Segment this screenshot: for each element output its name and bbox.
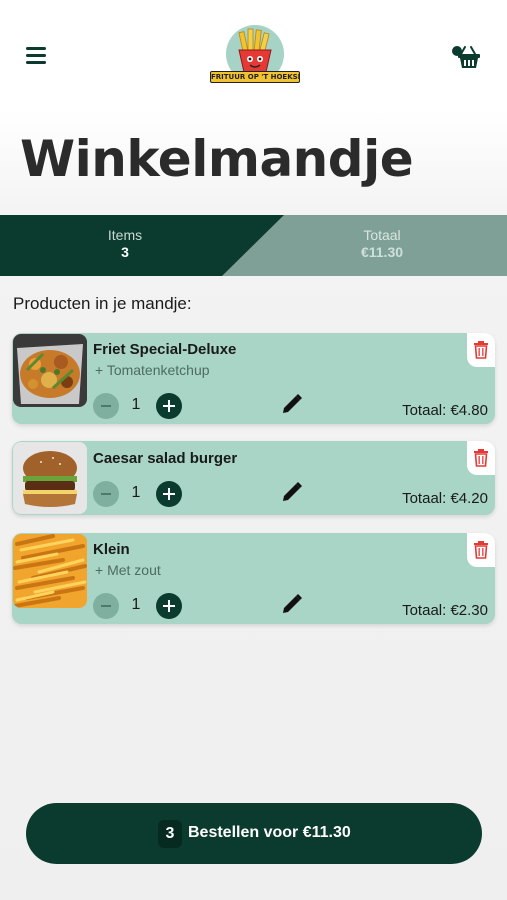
item-quantity: 1 [131, 484, 141, 501]
product-image [13, 334, 87, 407]
item-quantity: 1 [131, 396, 141, 413]
summary-items-value: 3 [121, 244, 129, 260]
pencil-icon[interactable] [280, 480, 304, 504]
item-quantity: 1 [131, 596, 141, 613]
increase-quantity-button[interactable] [156, 481, 182, 507]
item-extra: + Tomatenketchup [95, 362, 210, 378]
basket-button[interactable] [452, 44, 484, 72]
delete-item-button[interactable] [467, 533, 495, 567]
section-label: Producten in je mandje: [13, 294, 192, 313]
trash-icon [474, 341, 488, 359]
page-title: Winkelmandje [20, 130, 414, 188]
cart-item: Klein + Met zout 1 Totaal: €2.30 [12, 533, 495, 624]
item-total: Totaal: €4.20 [402, 490, 488, 507]
burger-image [13, 442, 87, 514]
decrease-quantity-button[interactable] [93, 593, 119, 619]
delete-item-button[interactable] [467, 441, 495, 475]
item-total: Totaal: €2.30 [402, 602, 488, 619]
item-name: Klein [93, 541, 130, 558]
decrease-quantity-button[interactable] [93, 481, 119, 507]
hamburger-menu-icon[interactable] [26, 47, 46, 65]
summary-items: Items 3 [0, 227, 250, 260]
increase-quantity-button[interactable] [156, 593, 182, 619]
item-total: Totaal: €4.80 [402, 402, 488, 419]
trash-icon [474, 449, 488, 467]
item-name: Friet Special-Deluxe [93, 341, 237, 358]
pencil-icon[interactable] [280, 592, 304, 616]
fries-image [13, 534, 87, 608]
order-button-label: Bestellen voor €11.30 [188, 824, 351, 841]
frituur-logo[interactable]: FRITUUR OP 'T HOEKSKE [210, 22, 300, 90]
product-image [13, 442, 87, 514]
logo-text: FRITUUR OP 'T HOEKSKE [210, 71, 300, 83]
pencil-icon[interactable] [280, 392, 304, 416]
increase-quantity-button[interactable] [156, 393, 182, 419]
item-extra: + Met zout [95, 562, 161, 578]
delete-item-button[interactable] [467, 333, 495, 367]
item-name: Caesar salad burger [93, 450, 238, 467]
decrease-quantity-button[interactable] [93, 393, 119, 419]
cart-item: Friet Special-Deluxe + Tomatenketchup 1 … [12, 333, 495, 424]
app-header: FRITUUR OP 'T HOEKSKE [0, 0, 507, 108]
cart-badge-dot [452, 46, 462, 56]
place-order-button[interactable]: 3 Bestellen voor €11.30 [26, 803, 482, 864]
order-item-count: 3 [158, 820, 182, 848]
summary-total-value: €11.30 [360, 244, 404, 260]
summary-total-label: Totaal [363, 227, 401, 243]
summary-total: Totaal €11.30 [257, 227, 507, 260]
summary-items-label: Items [107, 227, 143, 243]
loaded-fries-image [13, 334, 87, 407]
cart-item: Caesar salad burger 1 Totaal: €4.20 [12, 441, 495, 515]
product-image [13, 534, 87, 608]
trash-icon [474, 541, 488, 559]
cart-summary-bar: Items 3 Totaal €11.30 [0, 215, 507, 276]
